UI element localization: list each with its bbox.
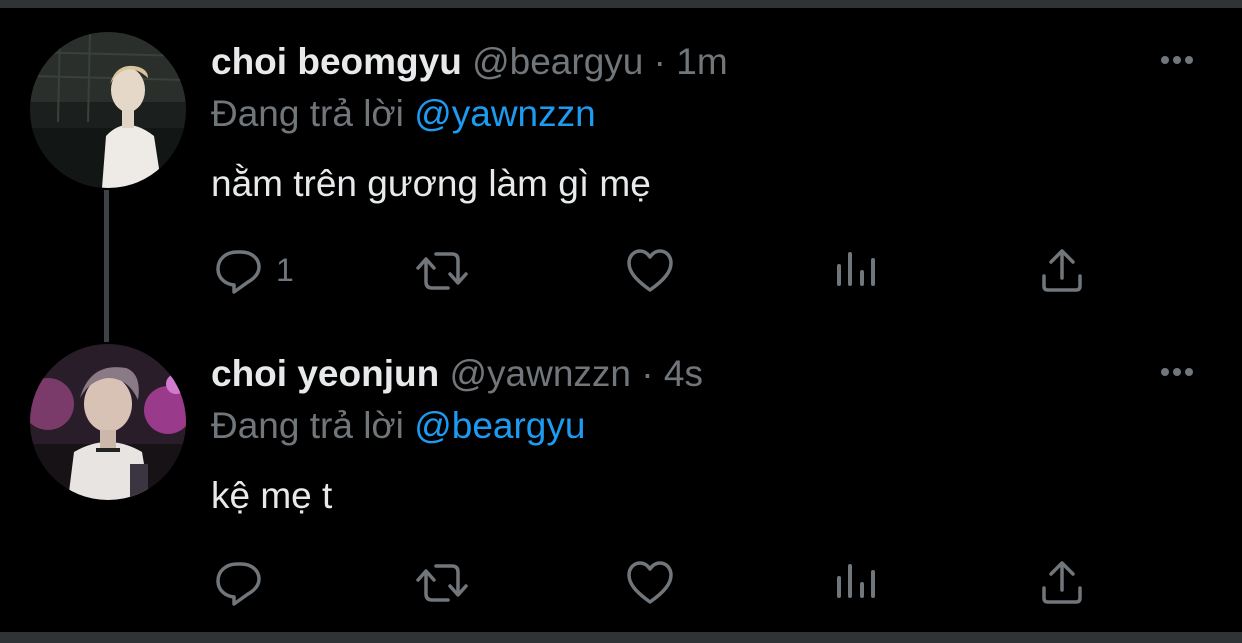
separator-dot: · (641, 353, 654, 394)
replying-to: Đang trả lời @beargyu (211, 404, 585, 448)
reply-icon (216, 562, 261, 606)
views-button[interactable] (836, 246, 878, 296)
tweet-header: choi beomgyu @beargyu · 1m (211, 40, 728, 84)
user-handle[interactable]: @yawnzzn (449, 353, 631, 394)
replying-to: Đang trả lời @yawnzzn (211, 92, 596, 136)
share-icon (1042, 249, 1082, 292)
replying-to-label: Đang trả lời (211, 93, 404, 134)
avatar[interactable] (30, 344, 186, 500)
reply-to-handle[interactable]: @yawnzzn (414, 93, 596, 134)
views-icon (837, 252, 875, 286)
reply-button[interactable]: 1 (214, 246, 304, 296)
replying-to-label: Đang trả lời (211, 405, 404, 446)
share-button[interactable] (1040, 246, 1084, 296)
like-button[interactable] (626, 558, 674, 608)
views-button[interactable] (836, 558, 878, 608)
avatar-photo-icon (30, 32, 186, 188)
display-name[interactable]: choi yeonjun (211, 353, 439, 394)
avatar[interactable] (30, 32, 186, 188)
share-button[interactable] (1040, 558, 1084, 608)
retweet-button[interactable] (414, 246, 470, 296)
bottom-divider (0, 632, 1242, 643)
more-icon (1161, 368, 1193, 376)
more-icon (1161, 56, 1193, 64)
reply-to-handle[interactable]: @beargyu (414, 405, 585, 446)
reply-button[interactable] (214, 558, 304, 608)
retweet-button[interactable] (414, 558, 470, 608)
reply-count: 1 (276, 252, 294, 288)
retweet-icon (416, 252, 468, 290)
display-name[interactable]: choi beomgyu (211, 41, 462, 82)
like-button[interactable] (626, 246, 674, 296)
separator-dot: · (653, 41, 666, 82)
reply-icon (216, 250, 261, 294)
more-button[interactable] (1155, 48, 1199, 72)
like-icon (627, 561, 673, 604)
retweet-icon (416, 564, 468, 602)
tweet[interactable]: choi yeonjun @yawnzzn · 4s Đang trả lời … (0, 312, 1242, 624)
views-icon (837, 564, 875, 598)
like-icon (627, 249, 673, 292)
timestamp[interactable]: 4s (664, 353, 703, 394)
tweet[interactable]: choi beomgyu @beargyu · 1m Đang trả lời … (0, 0, 1242, 312)
user-handle[interactable]: @beargyu (472, 41, 643, 82)
avatar-photo-icon (30, 344, 186, 500)
tweet-header: choi yeonjun @yawnzzn · 4s (211, 352, 703, 396)
more-button[interactable] (1155, 360, 1199, 384)
share-icon (1042, 561, 1082, 604)
tweet-text: kệ mẹ t (211, 475, 333, 516)
timestamp[interactable]: 1m (676, 41, 727, 82)
tweet-text: nằm trên gương làm gì mẹ (211, 163, 651, 204)
